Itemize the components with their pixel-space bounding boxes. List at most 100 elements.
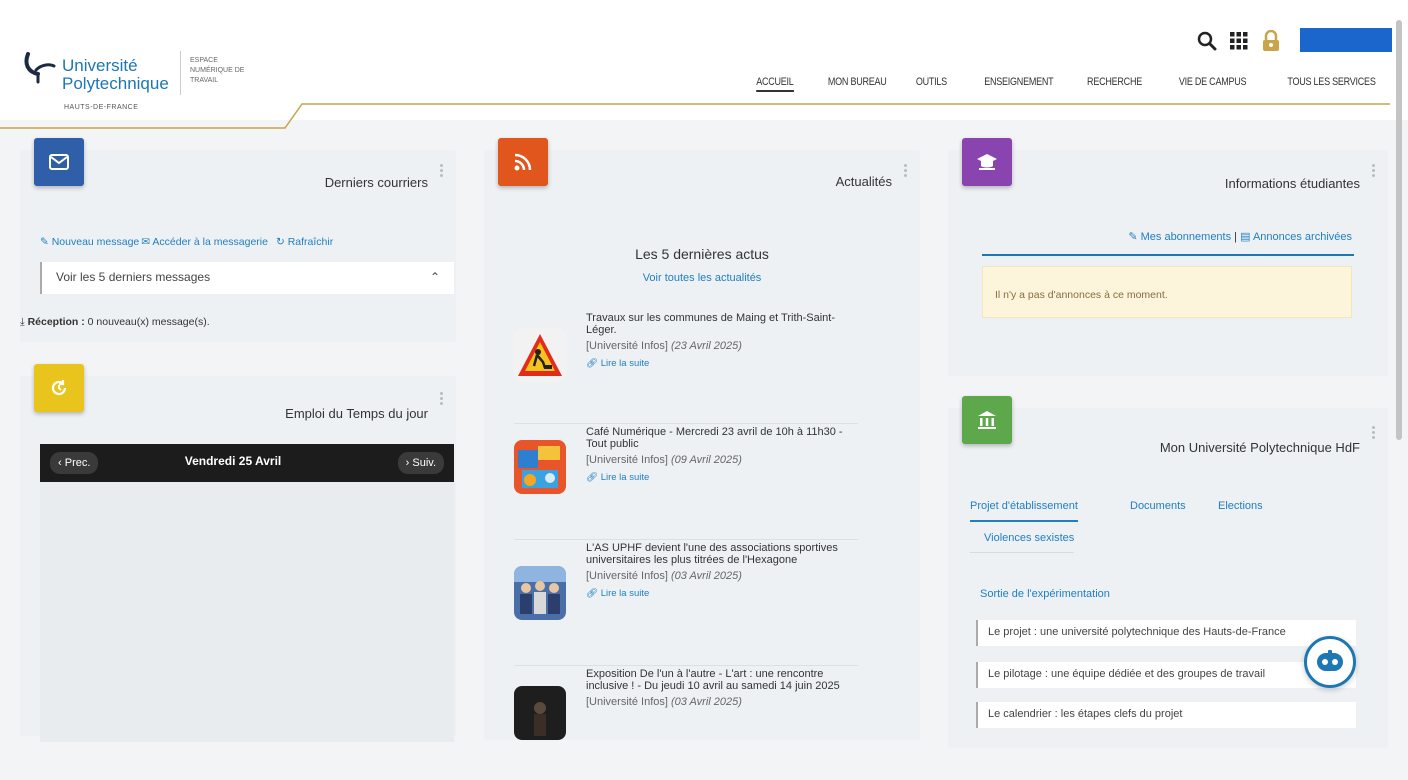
ent-line2: Numérique de <box>190 67 245 74</box>
nav-recherche[interactable]: RECHERCHE <box>1087 76 1142 92</box>
link-le-pilotage[interactable]: Le pilotage : une équipe dédiée et des g… <box>976 662 1356 688</box>
news-card-title: Actualités <box>835 174 892 189</box>
user-menu[interactable] <box>1300 28 1392 52</box>
my-university-title: Mon Université Polytechnique HdF <box>1159 440 1360 455</box>
link-le-projet[interactable]: Le projet : une université polytechnique… <box>976 620 1356 646</box>
lock-icon[interactable] <box>1260 30 1282 52</box>
nav-outils[interactable]: OUTILS <box>916 76 947 92</box>
last-messages-toggle[interactable]: Voir les 5 derniers messages ⌃ <box>40 262 454 294</box>
archived-announcements-link[interactable]: ▤ Annonces archivées <box>1240 231 1352 243</box>
news-item-body: Café Numérique - Mercredi 23 avril de 10… <box>586 426 846 484</box>
news-heading: Les 5 dernières actus <box>635 246 769 262</box>
news-item-title[interactable]: L'AS UPHF devient l'une des associations… <box>586 542 846 566</box>
student-info-divider <box>982 254 1354 256</box>
logo-line2: Polytechnique <box>62 74 169 93</box>
read-more-label: Lire la suite <box>600 472 650 483</box>
archived-label: Annonces archivées <box>1252 231 1352 243</box>
mail-actions: ✎ Nouveau message ✉ Accéder à la message… <box>40 236 333 248</box>
next-day-button[interactable]: › Suiv. <box>397 452 444 474</box>
mail-badge <box>34 138 84 186</box>
tab-underline <box>970 552 1074 553</box>
news-item-title[interactable]: Travaux sur les communes de Maing et Tri… <box>586 312 846 336</box>
news-date: (23 Avril 2025) <box>670 340 742 352</box>
timetable-card-title: Emploi du Temps du jour <box>285 406 428 421</box>
news-item-source: [Université Infos] (09 Avril 2025) <box>586 454 846 466</box>
open-mailbox-link[interactable]: ✉ Accéder à la messagerie <box>141 236 268 248</box>
news-source-label: [Université Infos] <box>586 696 668 708</box>
tab-violences-sexistes[interactable]: Violences sexistes <box>984 532 1074 544</box>
page-scrollbar[interactable] <box>1396 20 1402 440</box>
tab-elections[interactable]: Elections <box>1218 500 1263 512</box>
link-icon: 🔗︎ <box>586 588 599 599</box>
no-announcements-alert: Il n'y a pas d'annonces à ce moment. <box>982 266 1352 318</box>
institution-building-icon <box>978 411 996 429</box>
subscriptions-link[interactable]: ✎ Mes abonnements <box>1128 231 1231 243</box>
mail-reception: ⤓ Réception : 0 nouveau(x) message(s). <box>20 316 210 329</box>
logo-mark-icon <box>24 52 56 84</box>
nav-mon-bureau[interactable]: MON BUREAU <box>828 76 887 92</box>
refresh-link[interactable]: ↻ Rafraîchir <box>276 236 333 248</box>
download-icon: ⤓ <box>20 316 25 328</box>
news-thumb-roadwork[interactable] <box>514 328 566 382</box>
timetable-card-menu-icon[interactable] <box>438 390 444 408</box>
tab-projet[interactable]: Projet d'établissement <box>970 500 1078 522</box>
reception-label: Réception : <box>27 316 85 328</box>
news-thumb-exhibition[interactable] <box>514 686 566 740</box>
news-read-more-link[interactable]: 🔗︎ Lire la suite <box>586 472 846 484</box>
apps-grid-icon[interactable] <box>1228 30 1250 52</box>
news-item: Travaux sur les communes de Maing et Tri… <box>514 312 858 424</box>
student-info-menu-icon[interactable] <box>1370 162 1376 180</box>
clock-refresh-icon <box>51 380 67 396</box>
link-icon: 🔗︎ <box>586 472 599 483</box>
my-university-menu-icon[interactable] <box>1370 424 1376 442</box>
graduation-cap-icon <box>977 154 997 170</box>
student-info-card: Informations étudiantes ✎ Mes abonnement… <box>948 138 1388 376</box>
new-message-label: Nouveau message <box>51 236 140 248</box>
news-source-label: [Université Infos] <box>586 570 668 582</box>
ent-line3: Travail <box>190 77 219 84</box>
student-info-title: Informations étudiantes <box>1224 176 1360 191</box>
news-badge <box>498 138 548 186</box>
news-thumb-sport[interactable] <box>514 566 566 620</box>
search-icon[interactable] <box>1196 30 1218 52</box>
news-thumb-cafe[interactable] <box>514 440 566 494</box>
mail-card-menu-icon[interactable] <box>438 162 444 180</box>
tab-documents[interactable]: Documents <box>1130 500 1186 512</box>
ent-label: Espace Numérique de Travail <box>190 56 290 86</box>
news-item-body: Exposition De l'un à l'autre - L'art : u… <box>586 668 846 708</box>
chatbot-button[interactable] <box>1304 636 1356 688</box>
news-read-more-link[interactable]: 🔗︎ Lire la suite <box>586 588 846 600</box>
reception-value: 0 nouveau(x) message(s). <box>87 316 210 328</box>
rss-icon <box>514 153 532 171</box>
link-le-calendrier[interactable]: Le calendrier : les étapes clefs du proj… <box>976 702 1356 728</box>
next-label: Suiv. <box>412 457 436 469</box>
timetable-card: Emploi du Temps du jour ‹ Prec. Vendredi… <box>20 364 456 742</box>
refresh-label: Rafraîchir <box>287 236 334 248</box>
nav-enseignement[interactable]: ENSEIGNEMENT <box>984 76 1053 92</box>
timetable-navbar: ‹ Prec. Vendredi 25 Avril › Suiv. <box>40 444 454 482</box>
ent-line1: Espace <box>190 57 218 64</box>
cafe-image-icon <box>514 440 566 494</box>
header: Université Polytechnique HAUTS-DE-FRANCE… <box>0 0 1408 129</box>
timetable-date: Vendredi 25 Avril <box>184 454 282 468</box>
news-read-more-link[interactable]: 🔗︎ Lire la suite <box>586 358 846 370</box>
new-message-link[interactable]: ✎ Nouveau message <box>40 236 139 248</box>
news-item-title[interactable]: Café Numérique - Mercredi 23 avril de 10… <box>586 426 846 450</box>
read-more-label: Lire la suite <box>600 358 650 369</box>
news-see-all-link[interactable]: Voir toutes les actualités <box>484 272 920 284</box>
student-info-links: ✎ Mes abonnements | ▤ Annonces archivées <box>1128 230 1352 243</box>
news-source-label: [Université Infos] <box>586 340 668 352</box>
nav-accueil[interactable]: ACCUEIL <box>755 76 793 92</box>
mail-card-title: Derniers courriers <box>324 175 428 190</box>
sortie-experimentation-link[interactable]: Sortie de l'expérimentation <box>980 588 1110 600</box>
news-item: Exposition De l'un à l'autre - L'art : u… <box>514 668 858 780</box>
roadwork-sign-icon <box>514 328 566 382</box>
news-item-title[interactable]: Exposition De l'un à l'autre - L'art : u… <box>586 668 846 692</box>
nav-tous-les-services[interactable]: TOUS LES SERVICES <box>1288 76 1376 92</box>
news-date: (03 Avril 2025) <box>670 696 742 708</box>
news-card-menu-icon[interactable] <box>902 162 908 180</box>
nav-vie-de-campus[interactable]: VIE DE CAMPUS <box>1179 76 1247 92</box>
timetable-badge <box>34 364 84 412</box>
subscriptions-label: Mes abonnements <box>1140 231 1232 243</box>
news-date: (09 Avril 2025) <box>670 454 742 466</box>
